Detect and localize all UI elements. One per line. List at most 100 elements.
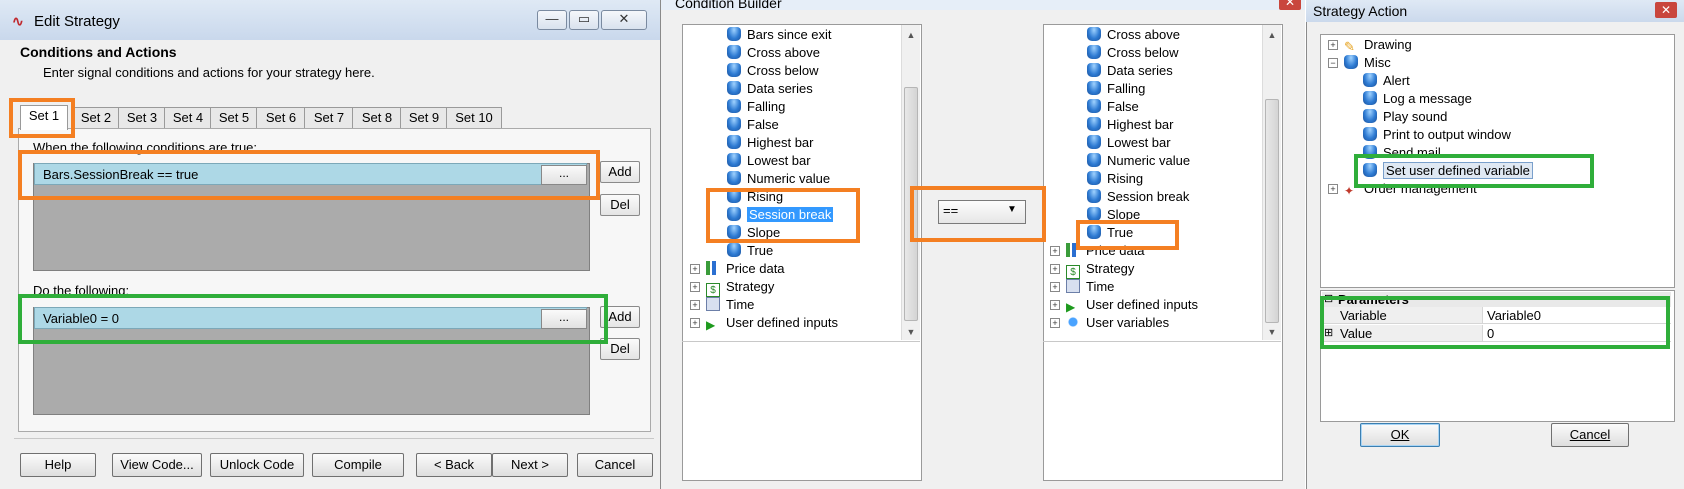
tab-set-1[interactable]: Set 1 <box>20 105 68 130</box>
tree-item[interactable]: Rising <box>1087 170 1143 188</box>
tree-group-strategy[interactable]: + $ Strategy <box>690 278 774 297</box>
tree-group-time[interactable]: + Time <box>1050 278 1114 296</box>
database-icon <box>1087 27 1101 41</box>
tree-item[interactable]: False <box>1087 98 1139 116</box>
tree-item[interactable]: Highest bar <box>727 134 813 152</box>
database-icon <box>1087 117 1101 131</box>
tree-group-misc[interactable]: − Misc <box>1328 54 1391 72</box>
tree-item[interactable]: Cross below <box>1087 44 1179 62</box>
tab-set-5[interactable]: Set 5 <box>210 107 258 128</box>
ok-button[interactable]: OK <box>1360 423 1440 447</box>
tree-item[interactable]: True <box>727 242 773 260</box>
tree-item[interactable]: Cross above <box>727 44 820 62</box>
tree-item[interactable]: Log a message <box>1363 90 1472 108</box>
database-icon <box>727 171 741 185</box>
condition-builder-close-button[interactable]: ✕ <box>1279 0 1301 10</box>
database-icon <box>1363 109 1377 123</box>
expand-icon[interactable]: + <box>690 318 700 328</box>
tree-item[interactable]: Falling <box>727 98 785 116</box>
database-icon <box>1087 189 1101 203</box>
tree-group-user-defined-inputs[interactable]: + ▶ User defined inputs <box>690 314 838 332</box>
strategy-action-close-button[interactable]: ✕ <box>1655 2 1677 18</box>
tree-item[interactable]: Numeric value <box>727 170 830 188</box>
tab-set-3[interactable]: Set 3 <box>118 107 166 128</box>
tree-group-strategy[interactable]: + $ Strategy <box>1050 260 1134 279</box>
expand-icon[interactable]: + <box>1050 318 1060 328</box>
tab-set-7[interactable]: Set 7 <box>304 107 354 128</box>
tab-set-9[interactable]: Set 9 <box>400 107 448 128</box>
tree-item[interactable]: False <box>727 116 779 134</box>
database-icon <box>1087 99 1101 113</box>
tree-item[interactable]: Bars since exit <box>727 26 832 44</box>
scroll-up-icon[interactable]: ▲ <box>903 30 919 40</box>
tree-item[interactable]: Print to output window <box>1363 126 1511 144</box>
maximize-button[interactable]: ▭ <box>569 10 599 30</box>
database-icon <box>727 99 741 113</box>
strategy-action-title: Strategy Action <box>1313 3 1408 19</box>
tab-set-10[interactable]: Set 10 <box>446 107 502 128</box>
condition-del-button[interactable]: Del <box>600 194 640 216</box>
unlock-code-button[interactable]: Unlock Code <box>210 453 304 477</box>
scroll-down-icon[interactable]: ▼ <box>1264 327 1280 337</box>
minimize-button[interactable]: — <box>537 10 567 30</box>
tree-item[interactable]: Highest bar <box>1087 116 1173 134</box>
tree-item[interactable]: Alert <box>1363 72 1410 90</box>
condition-add-button[interactable]: Add <box>600 161 640 183</box>
database-icon <box>1344 55 1358 69</box>
expand-icon[interactable]: + <box>1328 40 1338 50</box>
right-tree-scrollbar[interactable]: ▲ ▼ <box>1262 25 1281 340</box>
database-icon <box>727 63 741 77</box>
database-icon <box>1363 73 1377 87</box>
tree-item[interactable]: Play sound <box>1363 108 1447 126</box>
database-icon <box>727 117 741 131</box>
view-code-button[interactable]: View Code... <box>112 453 202 477</box>
tree-group-drawing[interactable]: + ✎ Drawing <box>1328 36 1412 54</box>
tree-item[interactable]: Cross below <box>727 62 819 80</box>
scroll-up-icon[interactable]: ▲ <box>1264 30 1280 40</box>
cancel-button[interactable]: Cancel <box>577 453 653 477</box>
database-icon <box>1087 63 1101 77</box>
highlight-green-action-item <box>1354 154 1594 188</box>
tree-item[interactable]: Session break <box>1087 188 1189 206</box>
help-button[interactable]: Help <box>20 453 96 477</box>
expand-icon[interactable]: + <box>1050 246 1060 256</box>
tree-item[interactable]: Lowest bar <box>1087 134 1171 152</box>
window-title: Edit Strategy <box>34 13 120 30</box>
expand-icon[interactable]: + <box>690 282 700 292</box>
expand-icon[interactable]: + <box>1050 300 1060 310</box>
tree-group-time[interactable]: + Time <box>690 296 754 314</box>
button-divider <box>14 438 654 439</box>
tree-item[interactable]: Cross above <box>1087 26 1180 44</box>
compile-button[interactable]: Compile <box>312 453 404 477</box>
tree-item[interactable]: Data series <box>1087 62 1173 80</box>
tree-item[interactable]: Data series <box>727 80 813 98</box>
condition-builder-title: Condition Builder <box>675 0 782 11</box>
tree-item[interactable]: Falling <box>1087 80 1145 98</box>
tab-set-2[interactable]: Set 2 <box>72 107 120 128</box>
tree-item[interactable]: Lowest bar <box>727 152 811 170</box>
dollar-icon: $ <box>706 283 720 297</box>
database-icon <box>1363 127 1377 141</box>
tab-set-6[interactable]: Set 6 <box>256 107 306 128</box>
back-button[interactable]: < Back <box>416 453 492 477</box>
expand-icon[interactable]: + <box>1050 282 1060 292</box>
tree-item[interactable]: Numeric value <box>1087 152 1190 170</box>
expand-icon[interactable]: + <box>1328 184 1338 194</box>
tree-group-price-data[interactable]: + Price data <box>690 260 785 278</box>
scroll-thumb[interactable] <box>1265 99 1279 323</box>
next-button[interactable]: Next > <box>492 453 568 477</box>
tree-group-user-variables[interactable]: + User variables <box>1050 314 1169 332</box>
expand-icon[interactable]: + <box>1050 264 1060 274</box>
collapse-icon[interactable]: − <box>1328 58 1338 68</box>
expand-icon[interactable]: + <box>690 264 700 274</box>
tab-set-8[interactable]: Set 8 <box>352 107 402 128</box>
cancel-button[interactable]: Cancel <box>1551 423 1629 447</box>
close-button[interactable]: ✕ <box>601 10 647 30</box>
scroll-down-icon[interactable]: ▼ <box>903 327 919 337</box>
expand-icon[interactable]: + <box>690 300 700 310</box>
database-icon <box>1087 135 1101 149</box>
variable-dot-icon <box>1066 315 1080 329</box>
tab-set-4[interactable]: Set 4 <box>164 107 212 128</box>
tree-group-user-defined-inputs[interactable]: + ▶ User defined inputs <box>1050 296 1198 314</box>
left-tree-scrollbar[interactable]: ▲ ▼ <box>901 25 920 340</box>
